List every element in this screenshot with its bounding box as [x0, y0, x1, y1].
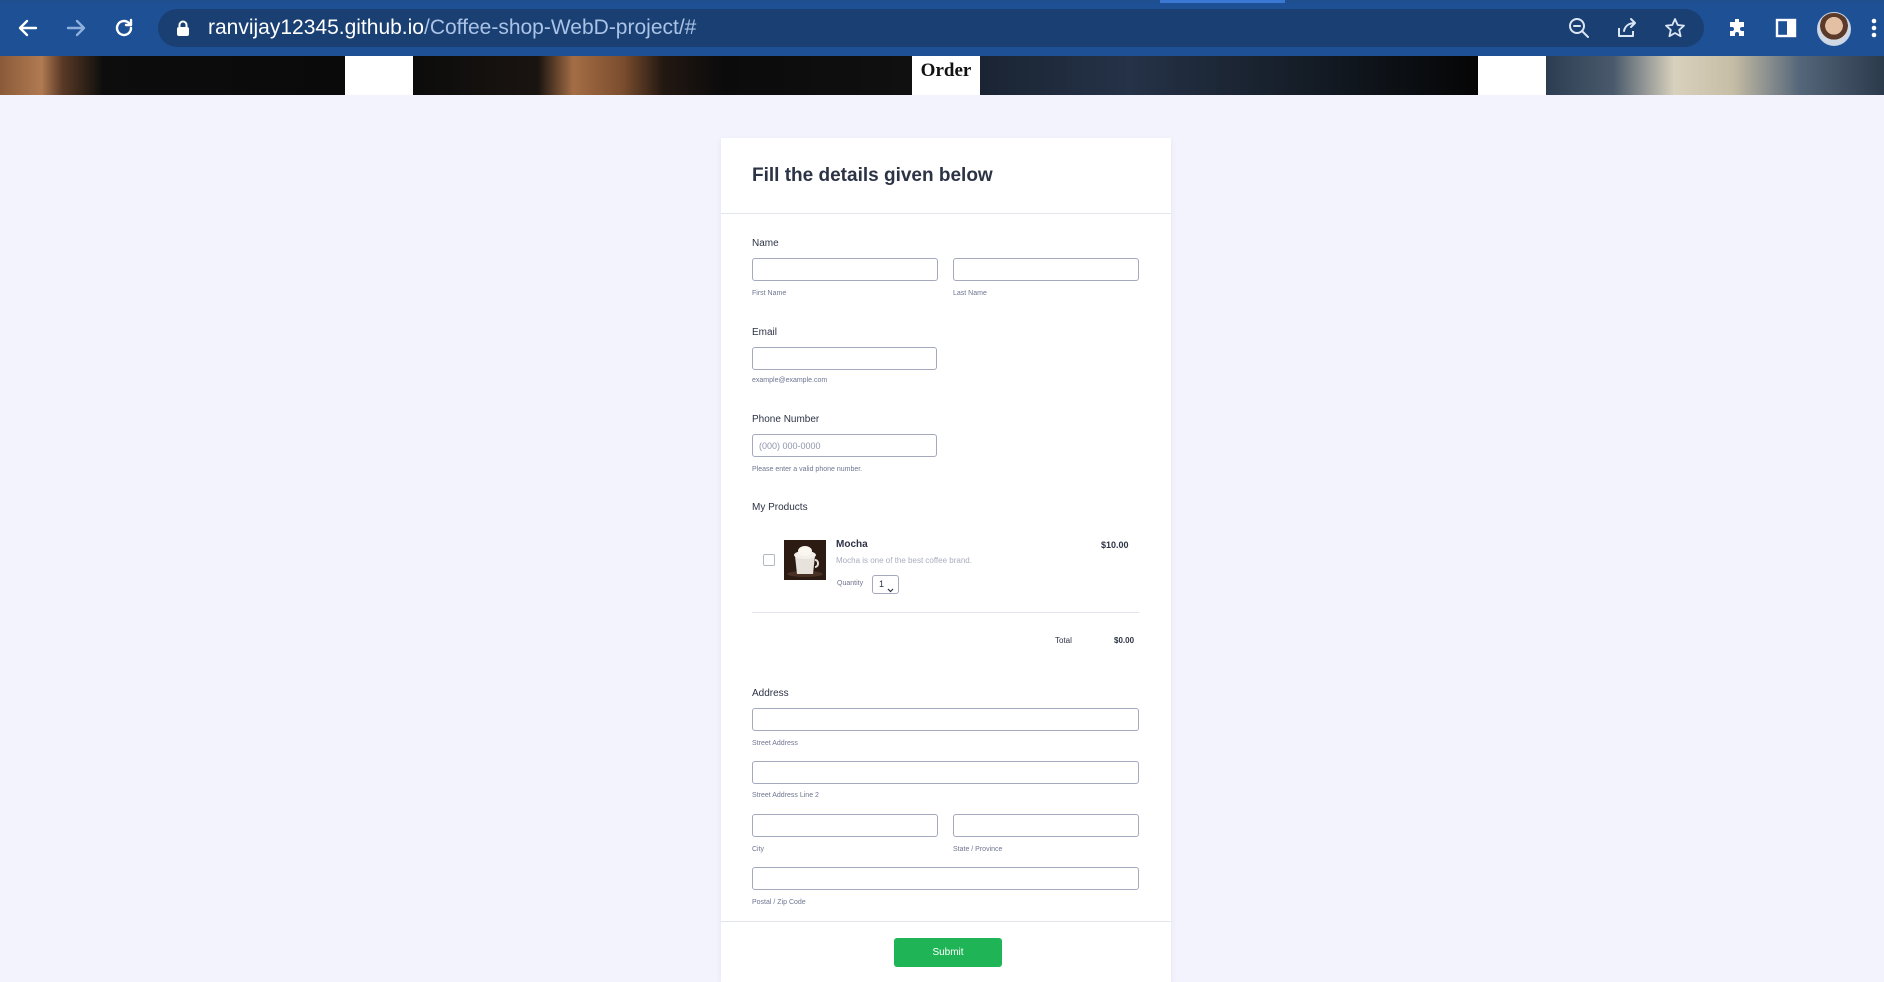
menu-icon[interactable] — [1864, 12, 1884, 44]
back-arrow-icon[interactable] — [12, 12, 44, 44]
first-name-sublabel: First Name — [752, 290, 787, 297]
street-address-line2-sublabel: Street Address Line 2 — [752, 792, 819, 799]
street-address-input[interactable] — [752, 708, 1139, 731]
postal-code-input[interactable] — [752, 867, 1139, 890]
address-label: Address — [752, 688, 789, 699]
mocha-image — [784, 540, 826, 580]
submit-button[interactable]: Submit — [894, 938, 1002, 967]
city-input[interactable] — [752, 814, 938, 837]
avatar[interactable] — [1817, 12, 1851, 46]
phone-label: Phone Number — [752, 414, 820, 425]
zoom-icon[interactable] — [1565, 14, 1593, 42]
active-tab-indicator — [1160, 0, 1285, 3]
name-label: Name — [752, 238, 779, 249]
banner-gap-1 — [345, 56, 413, 95]
products-divider — [752, 612, 1139, 613]
phone-input[interactable] — [752, 434, 937, 457]
address-bar[interactable]: ranvijay12345.github.io/Coffee-shop-WebD… — [158, 9, 1704, 47]
footer-divider — [721, 921, 1171, 922]
side-panel-icon[interactable] — [1770, 12, 1802, 44]
state-sublabel: State / Province — [953, 846, 1003, 853]
first-name-input[interactable] — [752, 258, 938, 281]
postal-code-sublabel: Postal / Zip Code — [752, 899, 806, 906]
product-price: $10.00 — [1101, 540, 1129, 550]
last-name-input[interactable] — [953, 258, 1139, 281]
quantity-value: 1 — [879, 579, 885, 589]
product-description: Mocha is one of the best coffee brand. — [836, 556, 972, 565]
city-sublabel: City — [752, 846, 765, 853]
form-title: Fill the details given below — [752, 165, 993, 186]
forward-arrow-icon[interactable] — [60, 12, 92, 44]
browser-toolbar: ranvijay12345.github.io/Coffee-shop-WebD… — [0, 0, 1884, 56]
email-sublabel: example@example.com — [752, 377, 828, 384]
banner-image-1 — [0, 56, 345, 95]
quantity-label: Quantity — [837, 580, 864, 587]
extensions-icon[interactable] — [1722, 12, 1754, 44]
banner-image-4 — [1546, 56, 1884, 95]
email-input[interactable] — [752, 347, 937, 370]
form-header: Fill the details given below — [721, 138, 1171, 214]
lock-icon[interactable] — [176, 20, 190, 41]
street-address-line2-input[interactable] — [752, 761, 1139, 784]
tab-strip-edge — [0, 0, 1884, 3]
order-nav-link[interactable]: Order — [912, 56, 980, 95]
last-name-sublabel: Last Name — [953, 290, 987, 297]
url-host: ranvijay12345.github.io — [208, 16, 424, 39]
reload-icon[interactable] — [108, 12, 140, 44]
banner-image-2 — [413, 56, 913, 95]
state-input[interactable] — [953, 814, 1139, 837]
chevron-down-icon — [887, 582, 894, 599]
phone-sublabel: Please enter a valid phone number. — [752, 466, 863, 473]
star-icon[interactable] — [1661, 14, 1689, 42]
order-form: Fill the details given below Name First … — [721, 138, 1171, 982]
email-label: Email — [752, 327, 778, 338]
banner-image-3 — [980, 56, 1478, 95]
product-checkbox[interactable] — [763, 554, 775, 566]
total-value: $0.00 — [1114, 636, 1135, 645]
products-label: My Products — [752, 502, 808, 513]
product-name: Mocha — [836, 539, 868, 550]
url-text[interactable]: ranvijay12345.github.io/Coffee-shop-WebD… — [208, 9, 696, 47]
banner-gap-2 — [1478, 56, 1546, 95]
street-address-sublabel: Street Address — [752, 740, 798, 747]
quantity-select[interactable]: 1 — [872, 575, 899, 594]
hero-banner: Order — [0, 56, 1884, 95]
url-path: /Coffee-shop-WebD-project/# — [424, 16, 697, 39]
total-label: Total — [1055, 636, 1072, 645]
share-icon[interactable] — [1613, 14, 1641, 42]
